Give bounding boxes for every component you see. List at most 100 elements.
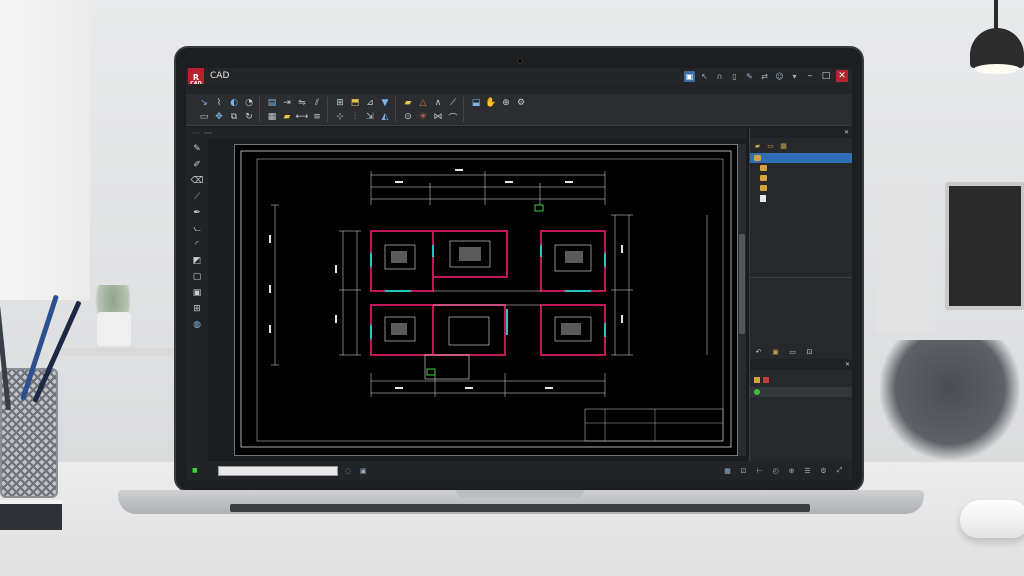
rotate-icon[interactable]: ↻ xyxy=(243,111,255,123)
webcam xyxy=(517,58,523,64)
pen-icon[interactable]: ✒ xyxy=(191,207,203,219)
image-icon[interactable]: ▣ xyxy=(191,287,203,299)
command-line-input[interactable] xyxy=(217,465,338,476)
properties-icon[interactable]: ▼ xyxy=(379,97,391,109)
brush-icon[interactable]: ✐ xyxy=(191,159,203,171)
pan-icon[interactable]: ✋ xyxy=(485,97,497,109)
compass-icon[interactable]: ⦦ xyxy=(191,223,203,235)
layer-lock-icon[interactable] xyxy=(763,377,769,383)
pointer-icon[interactable]: ↖ xyxy=(699,71,710,82)
rectangle-icon[interactable]: ▭ xyxy=(198,111,210,123)
offset-icon[interactable]: ⫽ xyxy=(311,97,323,109)
new-folder-icon[interactable]: ▰ xyxy=(753,141,762,150)
close-button[interactable]: ✕ xyxy=(836,70,848,82)
arc-icon[interactable]: ◔ xyxy=(243,97,255,109)
layer-color-swatch[interactable] xyxy=(754,377,760,383)
select-icon[interactable]: ▣ xyxy=(684,70,695,82)
layer-icon[interactable]: ≡ xyxy=(311,111,323,123)
tree-item[interactable] xyxy=(750,153,852,163)
settings-icon[interactable]: ⚙ xyxy=(515,97,527,109)
tree-item[interactable] xyxy=(750,183,852,193)
node-icon[interactable]: ⊙ xyxy=(402,111,414,123)
grid-toggle-icon[interactable]: ▦ xyxy=(723,466,732,475)
scale-icon[interactable]: ◭ xyxy=(379,111,391,123)
insert-icon[interactable]: ⬒ xyxy=(349,97,361,109)
vertical-scrollbar[interactable] xyxy=(738,144,746,456)
layer-row[interactable] xyxy=(750,387,852,397)
angle-icon[interactable]: ∧ xyxy=(432,97,444,109)
align-icon[interactable]: ⫶ xyxy=(349,111,361,123)
dropdown-icon[interactable]: ▾ xyxy=(789,71,800,82)
osnap-toggle-icon[interactable]: ⊕ xyxy=(787,466,796,475)
match-icon[interactable]: ⬓ xyxy=(470,97,482,109)
explode-icon[interactable]: ✳ xyxy=(417,111,429,123)
current-layer-icon[interactable]: ⊡ xyxy=(805,347,814,356)
copy-icon[interactable]: ⧉ xyxy=(228,111,240,123)
frame-icon[interactable]: ▢ xyxy=(191,271,203,283)
snap-toggle-icon[interactable]: ⊡ xyxy=(739,466,748,475)
new-layer-icon[interactable]: ▣ xyxy=(771,347,780,356)
move-icon[interactable]: ✥ xyxy=(213,111,225,123)
zoom-icon[interactable]: ⊕ xyxy=(500,97,512,109)
eraser-icon[interactable]: ⌫ xyxy=(191,175,204,187)
close-icon[interactable]: ✕ xyxy=(844,129,849,136)
maximize-button[interactable]: □ xyxy=(820,70,832,82)
fullscreen-icon[interactable]: ⤢ xyxy=(835,466,844,475)
scrollbar-thumb[interactable] xyxy=(739,234,745,334)
floor-plan-interior xyxy=(384,240,592,380)
polyline-icon[interactable]: ⌇ xyxy=(213,97,225,109)
ruler-icon[interactable]: ⟋ xyxy=(191,191,203,203)
save-icon[interactable]: ▦ xyxy=(779,141,788,150)
status-model[interactable]: ■ xyxy=(192,467,200,474)
phone-icon[interactable]: ▯ xyxy=(729,71,740,82)
fillet-icon[interactable]: ⌒ xyxy=(447,111,459,124)
layer-visible-icon[interactable] xyxy=(754,389,760,395)
display-icon[interactable]: ▣ xyxy=(359,466,368,475)
stretch-icon[interactable]: ⇲ xyxy=(364,111,376,123)
trim-icon[interactable]: ▤ xyxy=(266,97,278,109)
user-icon[interactable]: ☺ xyxy=(774,71,785,82)
extend-icon[interactable]: ⇥ xyxy=(281,97,293,109)
hatch-icon[interactable]: ▦ xyxy=(266,111,278,123)
tab-start[interactable] xyxy=(192,132,200,134)
tree-item[interactable] xyxy=(750,173,852,183)
globe-icon[interactable]: ◍ xyxy=(191,319,203,331)
drawing-canvas[interactable] xyxy=(234,144,738,456)
tree-item[interactable] xyxy=(750,193,852,203)
lineweight-toggle-icon[interactable]: ☰ xyxy=(803,466,812,475)
pencil-icon[interactable]: ✎ xyxy=(191,143,203,155)
magnet-icon[interactable]: ∩ xyxy=(714,71,725,82)
join-icon[interactable]: ⋈ xyxy=(432,111,444,123)
undo-icon[interactable]: ↶ xyxy=(754,347,763,356)
grid-icon[interactable]: ⊞ xyxy=(191,303,203,315)
circle-icon[interactable]: ◐ xyxy=(228,97,240,109)
measure-icon[interactable]: ⊿ xyxy=(364,97,376,109)
polar-toggle-icon[interactable]: ◴ xyxy=(771,466,780,475)
layer-row[interactable] xyxy=(750,375,852,385)
sync-icon[interactable]: ◌ xyxy=(344,466,353,475)
tab-drawing[interactable] xyxy=(204,132,212,134)
folder-icon[interactable]: ▰ xyxy=(402,97,414,109)
arc-tool-icon[interactable]: ◜ xyxy=(191,239,203,251)
delete-layer-icon[interactable]: ▭ xyxy=(788,347,797,356)
workspace-icon[interactable]: ⚙ xyxy=(819,466,828,475)
text-icon[interactable]: ▰ xyxy=(281,111,293,123)
snap-icon[interactable]: ⊹ xyxy=(334,111,346,123)
triangle-icon[interactable]: △ xyxy=(417,97,429,109)
tool-icon[interactable]: ✎ xyxy=(744,71,755,82)
mirror-icon[interactable]: ⇋ xyxy=(296,97,308,109)
minimize-button[interactable]: – xyxy=(804,70,816,82)
ortho-toggle-icon[interactable]: ⊢ xyxy=(755,466,764,475)
block-icon[interactable]: ⊞ xyxy=(334,97,346,109)
construct-icon[interactable]: ⟋ xyxy=(447,97,459,109)
tree-item[interactable] xyxy=(750,163,852,173)
close-icon[interactable]: ✕ xyxy=(845,361,850,368)
line-icon[interactable]: ↘ xyxy=(198,97,210,109)
ribbon-group-modify: ▤ ⇥ ⇋ ⫽ ▦ ▰ ⟷ ≡ xyxy=(262,97,328,122)
share-icon[interactable]: ⇄ xyxy=(759,71,770,82)
dimension-icon[interactable]: ⟷ xyxy=(296,111,309,123)
background-shelf xyxy=(55,348,175,356)
open-icon[interactable]: ▭ xyxy=(766,141,775,150)
fill-icon[interactable]: ◩ xyxy=(191,255,203,267)
left-dimensions xyxy=(271,204,361,366)
